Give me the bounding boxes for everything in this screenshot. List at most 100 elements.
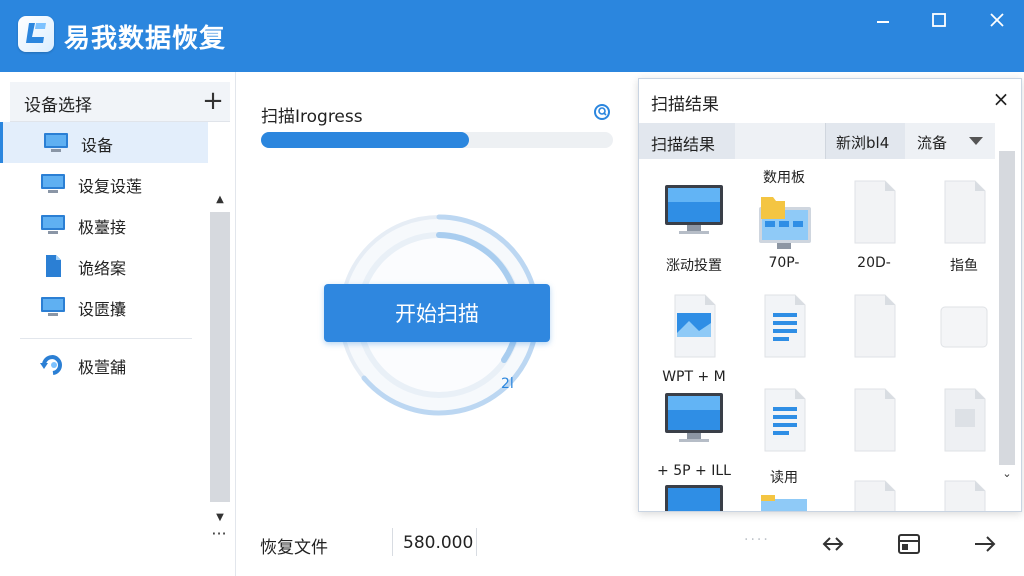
result-item-title: 读用 [770, 470, 798, 486]
recovery-icon [40, 355, 62, 375]
result-item-label: 涨动投置 [666, 258, 722, 274]
sidebar-item-label: 设备 [81, 136, 114, 155]
scan-progress-bar [261, 132, 613, 148]
result-item[interactable]: 20D- [829, 179, 919, 279]
file-thumbnail-icon [933, 387, 995, 453]
sidebar-item-label: 诡络案 [78, 259, 127, 278]
result-item[interactable] [829, 479, 919, 511]
sidebar-item-label: 设复设莲 [78, 177, 143, 196]
file-thumbnail-icon [753, 191, 815, 257]
tab-scan-results[interactable]: 扫描结果 [639, 123, 735, 159]
result-item[interactable] [919, 479, 1009, 511]
divider [392, 528, 393, 556]
scan-progress-fill [261, 132, 469, 148]
sort-dropdown[interactable]: 流备 [907, 123, 993, 159]
maximize-icon [932, 13, 946, 27]
close-icon [990, 13, 1004, 27]
result-item-label: + 5P + ILL [657, 463, 731, 479]
window-icon[interactable] [896, 532, 922, 556]
file-thumbnail-icon [933, 293, 995, 359]
chevron-down-icon [969, 137, 983, 145]
ring-count: 2l [501, 376, 514, 392]
search-icon[interactable] [592, 102, 612, 122]
logo-icon [26, 23, 46, 43]
results-title: 扫描结果 [651, 95, 719, 115]
file-thumbnail-icon [843, 293, 905, 359]
start-scan-button[interactable]: 开始扫描 [324, 284, 550, 342]
result-item-title: 数用板 [763, 170, 805, 186]
result-item[interactable] [649, 479, 739, 511]
file-thumbnail-icon [663, 179, 725, 245]
sidebar-item-file[interactable]: 诡络案 [0, 245, 208, 286]
close-results-button[interactable]: × [989, 87, 1013, 111]
sidebar-item-device-5[interactable]: 设匮攮 [0, 286, 208, 327]
sort-label: 流备 [917, 134, 948, 152]
scan-results-panel: 扫描结果 × 扫描结果 新浏bl4 流备 ⌄ 涨动投置 数用板 70P- 20D- 指鱼… [638, 78, 1022, 512]
file-thumbnail-icon [933, 479, 995, 511]
monitor-icon [44, 133, 68, 152]
file-thumbnail-icon [933, 179, 995, 245]
sidebar-item-recovery[interactable]: 极萱舖 [0, 344, 208, 385]
sidebar-item-device-3[interactable]: 极薹接 [0, 204, 208, 245]
device-sidebar: 设备选择 + 设备 设复设莲 极薹接 诡络案 设匮攮 极萱舖 ▲ ▼ [0, 72, 236, 576]
file-thumbnail-icon [843, 179, 905, 245]
result-item[interactable] [919, 387, 1009, 487]
file-thumbnail-icon [663, 387, 725, 453]
result-item[interactable]: 读用 [739, 470, 829, 511]
filter-button[interactable]: 新浏bl4 [825, 123, 905, 159]
file-thumbnail-icon [843, 479, 905, 511]
back-arrow-icon[interactable] [820, 532, 846, 556]
sidebar-item-label: 极薹接 [78, 218, 127, 237]
sidebar-scrollbar[interactable]: ▲ ▼ [210, 190, 230, 532]
app-logo [18, 16, 54, 52]
minimize-icon [877, 21, 889, 23]
file-thumbnail-icon [663, 293, 725, 359]
monitor-icon [41, 215, 65, 234]
result-item-label: 70P- [768, 255, 800, 271]
result-item[interactable]: 数用板 70P- [739, 170, 829, 279]
scroll-up-icon[interactable]: ▲ [210, 190, 230, 210]
scroll-thumb[interactable] [210, 212, 230, 502]
results-toolbar: 扫描结果 新浏bl4 流备 [639, 123, 995, 159]
result-item[interactable]: 指鱼 [919, 179, 1009, 279]
result-item[interactable]: + 5P + ILL [649, 387, 739, 487]
maximize-button[interactable] [922, 8, 956, 32]
result-item[interactable]: 涨动投置 [649, 179, 739, 279]
result-item[interactable] [829, 293, 919, 393]
app-title: 易我数据恢复 [64, 24, 227, 54]
device-list: 设备 设复设莲 极薹接 诡络案 设匮攮 [0, 122, 208, 327]
forward-arrow-icon[interactable] [972, 532, 998, 556]
more-options-button[interactable]: ··· [206, 524, 232, 544]
result-item[interactable]: WPT + M [649, 293, 739, 393]
result-item[interactable] [919, 293, 1009, 393]
close-button[interactable] [980, 8, 1014, 32]
sidebar-item-label: 极萱舖 [78, 358, 127, 377]
file-thumbnail-icon [753, 293, 815, 359]
monitor-icon [41, 297, 65, 316]
result-item[interactable] [829, 387, 919, 487]
result-item-label: 20D- [857, 255, 891, 271]
recover-files-value: 580.000 [403, 533, 474, 553]
sidebar-item-device[interactable]: 设备 [0, 122, 208, 163]
scan-panel: 扫描Irogress 开始扫描 2l [237, 72, 637, 576]
monitor-icon [41, 174, 65, 193]
pagination-dots: ···· [744, 532, 770, 548]
result-item[interactable] [739, 293, 829, 393]
title-bar: 易我数据恢复 [0, 0, 1024, 72]
file-thumbnail-icon [753, 491, 815, 511]
file-thumbnail-icon [663, 479, 725, 511]
recover-files-label: 恢复文件 [260, 538, 328, 558]
progress-label: 扫描Irogress [261, 107, 363, 127]
minimize-button[interactable] [866, 8, 900, 32]
sidebar-header-label: 设备选择 [24, 96, 92, 116]
file-icon [46, 255, 61, 277]
sidebar-item-device-2[interactable]: 设复设莲 [0, 163, 208, 204]
sidebar-header: 设备选择 + [10, 82, 230, 122]
sidebar-divider [20, 338, 192, 339]
result-item-label: 指鱼 [950, 258, 978, 274]
add-device-button[interactable]: + [200, 84, 226, 118]
result-item-label: WPT + M [662, 369, 726, 385]
file-thumbnail-icon [753, 387, 815, 453]
divider [476, 528, 477, 556]
sidebar-item-label: 设匮攮 [78, 300, 127, 319]
